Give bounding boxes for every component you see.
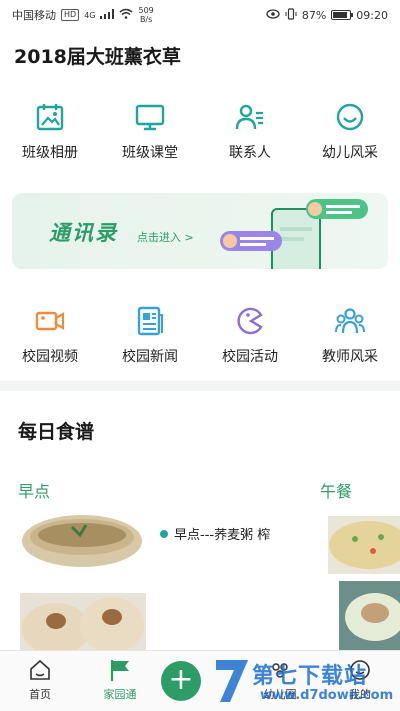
- food-photo: [319, 513, 400, 653]
- breakfast-caption-text: 早点---荞麦粥 榨: [174, 528, 271, 543]
- tab-home[interactable]: 首页: [0, 651, 80, 711]
- tab-home-school[interactable]: 家园通: [80, 651, 160, 711]
- grid-item-contacts[interactable]: 联系人: [200, 100, 300, 162]
- battery-icon: [331, 10, 354, 20]
- activity-icon: [233, 304, 267, 338]
- quick-grid-bottom: 校园视频 校园新闻 校园活动 教师风采: [0, 304, 400, 366]
- battery-fill: [333, 12, 348, 18]
- page-title: 2018届大班薰衣草: [14, 46, 181, 68]
- clock-time: 09:20: [356, 8, 388, 22]
- grid-item-album[interactable]: 班级相册: [0, 100, 100, 162]
- grid-label: 联系人: [229, 145, 271, 161]
- net-speed-unit: B/s: [139, 15, 153, 24]
- classroom-icon: [133, 100, 167, 134]
- grid-item-activity[interactable]: 校园活动: [200, 304, 300, 366]
- watermark-url: www.d7down.com: [260, 688, 394, 703]
- vibrate-icon: [285, 7, 297, 23]
- flag-icon: [108, 658, 132, 682]
- site-watermark: 第七下载站 www.d7down.com: [212, 654, 396, 710]
- grid-label: 幼儿风采: [322, 145, 378, 161]
- grid-label: 校园活动: [222, 349, 278, 365]
- grid-item-news[interactable]: 校园新闻: [100, 304, 200, 366]
- net-speed-value: 509: [138, 6, 154, 15]
- tab-label: 首页: [29, 688, 51, 701]
- watermark-text: 第七下载站: [252, 664, 368, 689]
- network-type: 4G: [84, 10, 96, 20]
- recipes-title: 每日食谱: [18, 421, 95, 443]
- lunch-photo-card[interactable]: [319, 513, 400, 653]
- teachers-icon: [333, 304, 367, 338]
- grid-label: 校园视频: [22, 349, 78, 365]
- meal-label-lunch[interactable]: 午餐: [320, 478, 352, 502]
- wifi-icon: [119, 8, 133, 22]
- breakfast-caption[interactable]: 早点---荞麦粥 榨: [160, 524, 270, 543]
- carrier-text: 中国移动: [12, 9, 56, 22]
- grid-label: 班级相册: [22, 145, 78, 161]
- video-icon: [33, 304, 67, 338]
- hd-badge: HD: [61, 9, 80, 21]
- grid-item-kids[interactable]: 幼儿风采: [300, 100, 400, 162]
- grid-item-teachers[interactable]: 教师风采: [300, 304, 400, 366]
- breakfast-photo-card[interactable]: [16, 513, 150, 653]
- net-speed: 509 B/s: [138, 6, 153, 24]
- watermark-logo-icon: [216, 660, 248, 702]
- album-icon: [33, 100, 67, 134]
- bullet-dot-icon: [160, 529, 168, 538]
- section-divider: [0, 381, 400, 391]
- quick-grid-top: 班级相册 班级课堂 联系人 幼儿风采: [0, 100, 400, 162]
- signal-icon: [100, 8, 115, 22]
- plus-icon[interactable]: +: [161, 661, 201, 701]
- contacts-banner[interactable]: 通讯录 点击进入 >: [12, 193, 388, 269]
- grid-label: 班级课堂: [122, 145, 178, 161]
- grid-label: 校园新闻: [122, 349, 178, 365]
- banner-title: 通讯录: [49, 221, 118, 245]
- food-photo: [16, 513, 150, 653]
- status-bar: 中国移动 HD 4G 509 B/s 87% 09:20: [0, 0, 400, 30]
- home-icon: [28, 658, 52, 682]
- banner-subtitle: 点击进入 >: [137, 231, 194, 244]
- smile-icon: [333, 100, 367, 134]
- news-icon: [133, 304, 167, 338]
- grid-item-video[interactable]: 校园视频: [0, 304, 100, 366]
- phone-chat-illustration: [220, 197, 370, 269]
- tab-label: 家园通: [103, 688, 137, 701]
- grid-label: 教师风采: [322, 349, 378, 365]
- eye-icon: [266, 8, 280, 22]
- battery-percent: 87%: [301, 8, 327, 22]
- meal-label-breakfast[interactable]: 早点: [18, 478, 50, 502]
- grid-item-classroom[interactable]: 班级课堂: [100, 100, 200, 162]
- contacts-icon: [233, 100, 267, 134]
